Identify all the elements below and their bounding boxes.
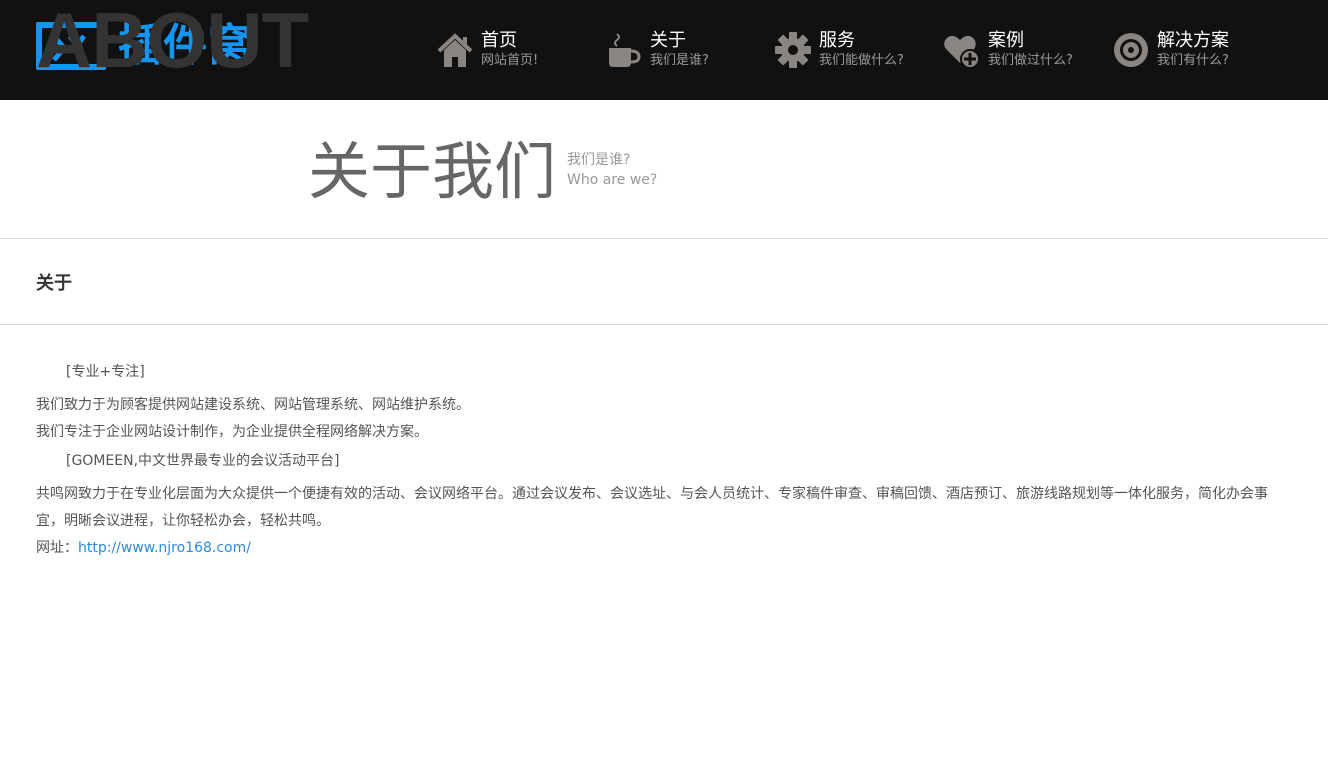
page-title-cn: 关于我们 (308, 135, 557, 208)
website-label: 网址： (36, 540, 78, 556)
about-content: [专业+专注] 我们致力于为顾客提供网站建设系统、网站管理系统、网站维护系统。 … (0, 325, 1328, 562)
nav-title: 首页 (481, 30, 517, 51)
page-subtitle-cn: 我们是谁? (567, 152, 631, 168)
nav-title: 服务 (819, 30, 855, 51)
content-paragraph: 共鸣网致力于在专业化层面为大众提供一个便捷有效的活动、会议网络平台。通过会议发布… (36, 486, 1268, 529)
nav-subtitle: 我们是谁? (650, 53, 709, 68)
content-paragraph: 我们专注于企业网站设计制作，为企业提供全程网络解决方案。 (36, 424, 428, 440)
nav-subtitle: 我们有什么? (1157, 53, 1229, 68)
main-nav: 首页 网站首页! 关于 我们是谁? 服务 我们能做什么? 案例 我们做过什么? … (436, 26, 1281, 74)
nav-item-services[interactable]: 服务 我们能做什么? (774, 26, 943, 74)
website-link[interactable]: http://www.njro168.com/ (78, 540, 251, 556)
heart-plus-icon (943, 31, 981, 69)
page-subtitle-en: Who are we? (567, 172, 658, 188)
nav-item-solutions[interactable]: 解决方案 我们有什么? (1112, 26, 1281, 74)
website-line: 网址：http://www.njro168.com/ (36, 535, 1292, 562)
nav-subtitle: 我们做过什么? (988, 53, 1073, 68)
page-banner: ABOUT 关于我们 我们是谁? Who are we? (0, 0, 1328, 239)
nav-item-home[interactable]: 首页 网站首页! (436, 26, 605, 74)
content-paragraph: 我们致力于为顾客提供网站建设系统、网站管理系统、网站维护系统。 (36, 397, 470, 413)
nav-item-cases[interactable]: 案例 我们做过什么? (943, 26, 1112, 74)
page-title-en: ABOUT (36, 0, 309, 84)
gear-icon (774, 31, 812, 69)
nav-title: 关于 (650, 30, 686, 51)
nav-subtitle: 网站首页! (481, 53, 539, 68)
content-heading: [专业+专注] (66, 364, 145, 380)
coffee-cup-icon (605, 31, 643, 69)
nav-title: 案例 (988, 30, 1024, 51)
home-icon (436, 31, 474, 69)
section-title: 关于 (36, 273, 72, 294)
nav-title: 解决方案 (1157, 30, 1229, 51)
section-header: 关于 (0, 239, 1328, 325)
page-subtitle: 我们是谁? Who are we? (567, 150, 657, 190)
content-heading: [GOMEEN,中文世界最专业的会议活动平台] (66, 453, 340, 469)
nav-item-about[interactable]: 关于 我们是谁? (605, 26, 774, 74)
target-icon (1112, 31, 1150, 69)
nav-subtitle: 我们能做什么? (819, 53, 904, 68)
